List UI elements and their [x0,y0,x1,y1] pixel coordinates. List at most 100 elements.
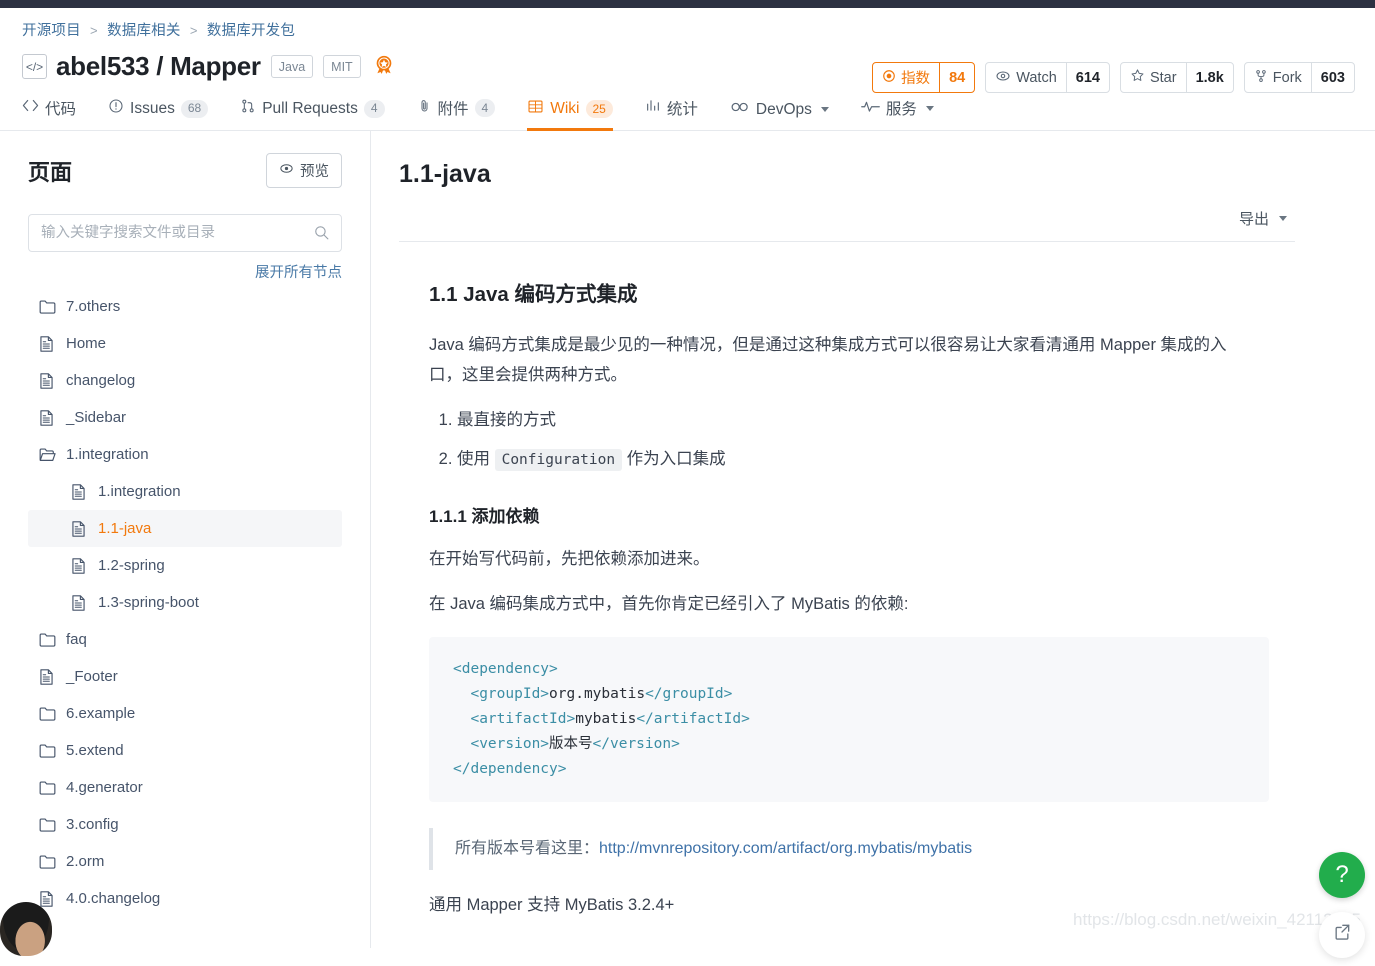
tree-item-1-integration[interactable]: 1.integration [28,436,342,473]
pull-request-icon [240,98,256,119]
tab-code[interactable]: 代码 [22,97,76,130]
breadcrumb-item-3[interactable]: 数据库开发包 [207,23,295,39]
export-button-label: 导出 [1238,211,1269,228]
tab-attachments-badge: 4 [474,99,496,117]
code-line: </dependency> [453,757,1245,782]
sidebar-header: 页面 预览 [28,153,342,188]
folder-icon [38,779,60,796]
tab-pull-requests-badge: 4 [363,99,385,118]
breadcrumb-item-1[interactable]: 开源项目 [22,23,81,39]
star-icon [1130,68,1145,87]
tree-item-label: faq [66,631,87,648]
top-accent-bar [0,0,1375,8]
stat-watch[interactable]: Watch 614 [985,62,1110,93]
breadcrumb-item-2[interactable]: 数据库相关 [107,23,181,39]
tree-item-7-others[interactable]: 7.others [28,288,342,325]
code-tag: </groupId> [645,686,733,703]
tree-item-label: 2.orm [66,853,105,870]
tree-item-label: 1.3-spring-boot [98,594,199,611]
paperclip-icon [417,98,432,119]
intro-paragraph: Java 编码方式集成是最少见的一种情况，但是通过这种集成方式可以很容易让大家看… [429,335,1227,385]
breadcrumb: 开源项目 > 数据库相关 > 数据库开发包 [22,8,1375,40]
mvnrepository-link[interactable]: http://mvnrepository.com/artifact/org.my… [599,840,972,857]
page-title[interactable]: abel533 / Mapper [56,51,261,82]
file-icon [38,335,60,353]
tree-item-1-1-java[interactable]: 1.1-java [28,510,342,547]
tree-item-4-0-changelog[interactable]: 4.0.changelog [28,880,342,917]
eye-icon [995,68,1011,88]
tab-attachments[interactable]: 附件 4 [417,97,496,130]
tab-statistics[interactable]: 统计 [645,97,698,130]
tree-item-label: 1.1-java [98,520,152,537]
tree-item-1-2-spring[interactable]: 1.2-spring [28,547,342,584]
search-icon[interactable] [313,224,330,246]
stat-watch-label: Watch [986,63,1066,92]
tree-item-6-example[interactable]: 6.example [28,695,342,732]
stat-index-label: 指数 [873,63,939,92]
tree-item-home[interactable]: Home [28,325,342,362]
stat-index-value: 84 [939,63,974,92]
tree-item-label: _Footer [66,668,118,685]
method-text-before: 最直接的方式 [457,410,556,429]
tab-statistics-label: 统计 [666,101,698,118]
expand-all-link[interactable]: 展开所有节点 [28,261,342,282]
tree-item-label: 7.others [66,298,121,315]
file-icon [70,483,92,501]
method-text-after: 作为入口集成 [622,450,726,469]
tab-pull-requests[interactable]: Pull Requests 4 [240,98,385,130]
wiki-page-title: 1.1-java [399,160,491,188]
code-tag: <groupId> [453,686,550,703]
page-body: 页面 预览 展开所有节点 7.others Home [0,131,1375,956]
tree-item--footer[interactable]: _Footer [28,658,342,695]
tab-wiki[interactable]: Wiki 25 [527,99,613,131]
tree-item-1-integration[interactable]: 1.integration [28,473,342,510]
method-list-item: 最直接的方式 [457,405,1295,436]
method-list-item: 使用 Configuration 作为入口集成 [457,444,1295,475]
search-input[interactable] [28,214,342,252]
tree-item-4-generator[interactable]: 4.generator [28,769,342,806]
stat-index[interactable]: 指数 84 [872,62,976,93]
help-button[interactable]: ? [1319,852,1365,898]
tree-item-3-config[interactable]: 3.config [28,806,342,843]
tree-item--sidebar[interactable]: _Sidebar [28,399,342,436]
tree-item-2-orm[interactable]: 2.orm [28,843,342,880]
eye-icon [279,161,294,180]
share-button[interactable] [1319,912,1365,958]
code-line: <version>版本号</version> [453,732,1245,757]
export-button[interactable]: 导出 [1239,208,1287,229]
folder-icon [38,298,60,315]
tab-issues-label: Issues [130,99,175,117]
stat-star-value: 1.8k [1185,63,1233,92]
tree-item-label: changelog [66,372,136,389]
issue-circle-icon [108,98,124,119]
stat-star[interactable]: Star 1.8k [1119,62,1234,93]
tab-pull-requests-label: Pull Requests [262,99,358,117]
tab-attachments-label: 附件 [437,101,469,118]
tree-item-label: 1.integration [98,483,181,500]
tab-devops[interactable]: DevOps [730,100,829,130]
stat-fork-label: Fork [1245,63,1311,92]
stat-fork[interactable]: Fork 603 [1243,62,1355,93]
tree-item-label: 5.extend [66,742,124,759]
wiki-content: 1.1 Java 编码方式集成 Java 编码方式集成是最少见的一种情况，但是通… [399,242,1295,920]
tab-issues[interactable]: Issues 68 [108,98,209,130]
stat-index-text: 指数 [901,71,931,87]
dependency-paragraph-1: 在开始写代码前，先把依赖添加进来。 [429,550,710,569]
tree-item-label: 4.generator [66,779,143,796]
stat-fork-text: Fork [1272,69,1302,86]
dependency-paragraph-2: 在 Java 编码集成方式中，首先你肯定已经引入了 MyBatis 的依赖: [429,594,909,613]
code-repo-icon: </> [22,54,47,79]
breadcrumb-separator: > [90,23,98,38]
stat-watch-text: Watch [1016,69,1057,86]
tree-item-5-extend[interactable]: 5.extend [28,732,342,769]
tab-wiki-label: Wiki [550,100,580,117]
tree-item-faq[interactable]: faq [28,621,342,658]
tree-item-changelog[interactable]: changelog [28,362,342,399]
license-tag: MIT [323,55,361,78]
preview-button[interactable]: 预览 [266,153,342,188]
tree-item-label: 1.integration [66,446,149,463]
tree-item-1-3-spring-boot[interactable]: 1.3-spring-boot [28,584,342,621]
tab-services[interactable]: 服务 [861,97,934,130]
tree-item-label: _Sidebar [66,409,127,426]
question-icon: ? [1335,861,1349,888]
